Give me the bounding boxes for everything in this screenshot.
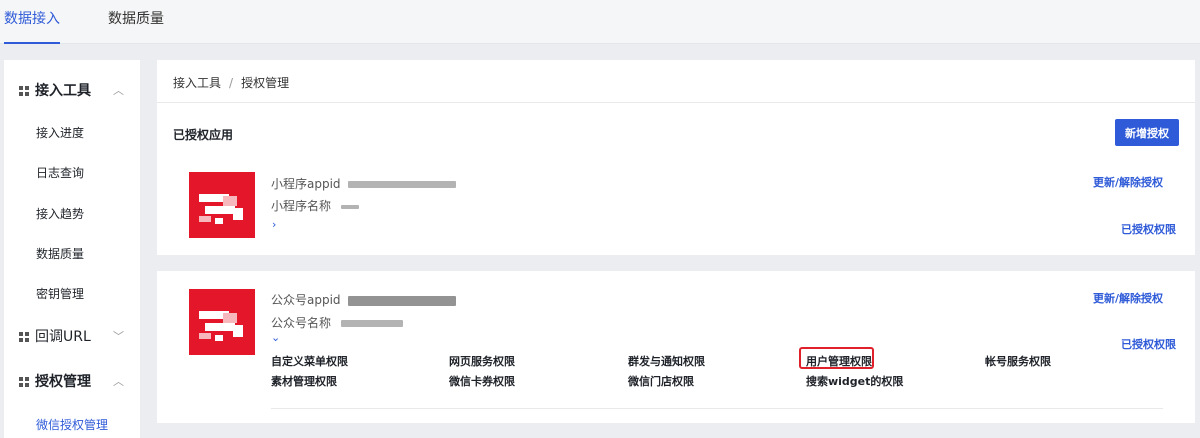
permission-mass-notify: 群发与通知权限 [628,355,705,368]
add-authorization-button[interactable]: 新增授权 [1115,119,1179,146]
sidebar-item-trend[interactable]: 接入趋势 [4,199,140,229]
sidebar-group-label: 接入工具 [35,83,91,99]
sidebar-item-progress[interactable]: 接入进度 [4,118,140,148]
sidebar-group-label: 回调URL [35,329,91,345]
permission-search-widget: 搜索widget的权限 [806,375,904,388]
update-revoke-link[interactable]: 更新/解除授权 [1093,174,1163,190]
grid-icon [19,86,29,96]
sidebar-group-callback-url[interactable]: 回调URL ﹀ [4,322,140,352]
tab-data-quality[interactable]: 数据质量 [108,0,164,44]
authorized-permissions-link[interactable]: 已授权权限 [1121,336,1176,352]
authorized-apps-panel [157,60,1195,255]
sidebar-item-log-query[interactable]: 日志查询 [4,158,140,188]
appid-field: 公众号appid [271,291,457,308]
appid-label: 小程序appid [271,177,341,191]
grid-icon [19,332,29,342]
chevron-down-icon: ﹀ [113,330,124,343]
section-title: 已授权应用 [173,128,234,142]
permission-wechat-card: 微信卡券权限 [449,375,515,388]
app-name-field: 公众号名称 [271,314,403,331]
app-logo [189,289,255,355]
permission-web-service: 网页服务权限 [449,355,515,368]
permission-custom-menu: 自定义菜单权限 [271,355,348,368]
app-name-label: 小程序名称 [271,199,332,213]
collapse-chevron-icon[interactable]: ⌄ [271,331,280,344]
tab-data-access[interactable]: 数据接入 [4,0,60,44]
divider [157,102,1195,103]
breadcrumb-root[interactable]: 接入工具 [173,76,221,90]
app-logo [189,172,255,238]
sidebar: 接入工具 ︿ 接入进度 日志查询 接入趋势 数据质量 密钥管理 回调URL ﹀ … [4,60,140,438]
breadcrumb-separator: / [229,76,234,90]
divider [271,408,1163,409]
permission-material-management: 素材管理权限 [271,375,337,388]
permission-account-service: 帐号服务权限 [985,355,1051,368]
sidebar-group-access-tools[interactable]: 接入工具 ︿ [4,76,140,106]
permission-wechat-store: 微信门店权限 [628,375,694,388]
sidebar-group-auth-management[interactable]: 授权管理 ︿ [4,367,140,397]
sidebar-item-wechat-auth[interactable]: 微信授权管理 [4,410,140,438]
redacted-value [340,204,359,209]
app-name-field: 小程序名称 [271,197,359,214]
redacted-value [348,295,457,306]
highlight-box [799,347,874,369]
appid-field: 小程序appid [271,175,457,192]
sidebar-item-key-management[interactable]: 密钥管理 [4,279,140,309]
breadcrumb-current: 授权管理 [241,76,290,90]
grid-icon [19,377,29,387]
appid-label: 公众号appid [271,293,341,307]
redacted-value [348,181,457,188]
update-revoke-link[interactable]: 更新/解除授权 [1093,290,1163,306]
chevron-up-icon: ︿ [113,84,124,97]
top-tab-bar: 数据接入 数据质量 [0,0,1200,44]
redacted-value [340,320,403,327]
authorized-permissions-link[interactable]: 已授权权限 [1121,221,1176,237]
sidebar-group-label: 授权管理 [35,374,91,390]
sidebar-item-data-quality[interactable]: 数据质量 [4,239,140,269]
chevron-up-icon: ︿ [113,375,124,388]
app-name-label: 公众号名称 [271,316,332,330]
expand-chevron-icon[interactable]: › [272,218,276,231]
breadcrumb: 接入工具 / 授权管理 [173,74,289,91]
